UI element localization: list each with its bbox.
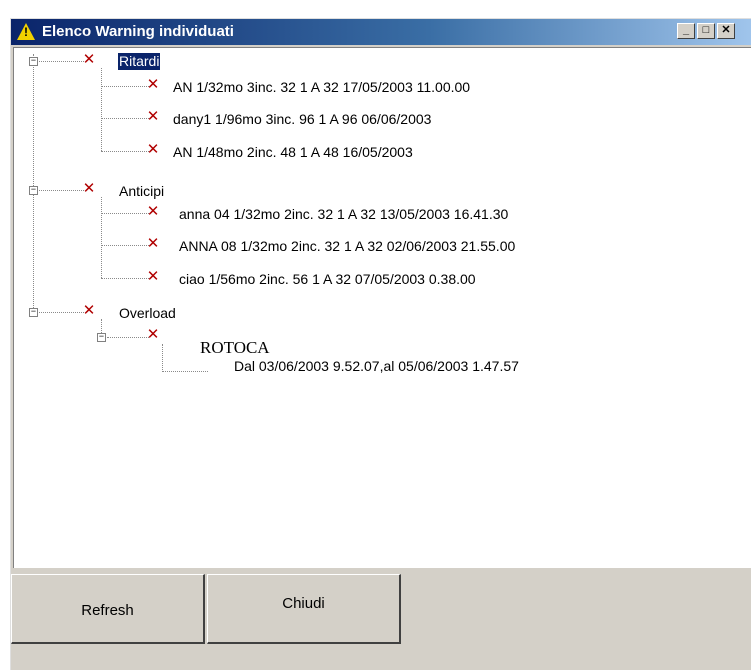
error-icon: ✕	[82, 301, 96, 319]
title-bar[interactable]: ! Elenco Warning individuati _ □ ✕	[11, 19, 751, 45]
tree-connector	[101, 118, 149, 119]
refresh-button[interactable]: Refresh	[11, 574, 205, 644]
tree-item[interactable]: ANNA 08 1/32mo 2inc. 32 1 A 32 02/06/200…	[179, 238, 515, 255]
tree-item[interactable]: AN 1/48mo 2inc. 48 1 A 48 16/05/2003	[173, 144, 413, 161]
error-icon: ✕	[82, 179, 96, 197]
tree-connector	[101, 213, 149, 214]
maximize-button[interactable]: □	[697, 23, 715, 39]
tree-connector	[101, 151, 149, 152]
warnings-tree[interactable]: − ✕ Ritardi ✕ AN 1/32mo 3inc. 32 1 A 32 …	[13, 47, 751, 568]
error-icon: ✕	[146, 140, 160, 158]
tree-connector	[162, 344, 163, 372]
tree-item[interactable]: dany1 1/96mo 3inc. 96 1 A 96 06/06/2003	[173, 111, 431, 128]
error-icon: ✕	[82, 50, 96, 68]
warning-list-window: ! Elenco Warning individuati _ □ ✕ − ✕ R…	[10, 18, 751, 670]
expander-rotoca[interactable]: −	[97, 333, 106, 342]
expander-anticipi[interactable]: −	[29, 186, 38, 195]
window-title: Elenco Warning individuati	[42, 23, 234, 40]
error-icon: ✕	[146, 202, 160, 220]
error-icon: ✕	[146, 325, 160, 343]
tree-item[interactable]: AN 1/32mo 3inc. 32 1 A 32 17/05/2003 11.…	[173, 79, 470, 96]
minimize-button[interactable]: _	[677, 23, 695, 39]
expander-overload[interactable]: −	[29, 308, 38, 317]
tree-connector	[101, 197, 102, 278]
close-window-button[interactable]: ✕	[717, 23, 735, 39]
tree-item[interactable]: ciao 1/56mo 2inc. 56 1 A 32 07/05/2003 0…	[179, 271, 476, 288]
chiudi-button[interactable]: Chiudi	[207, 574, 401, 644]
error-icon: ✕	[146, 267, 160, 285]
error-icon: ✕	[146, 234, 160, 252]
tree-node-ritardi[interactable]: Ritardi	[116, 52, 162, 71]
tree-node-overload[interactable]: Overload	[119, 305, 176, 322]
tree-connector	[107, 337, 149, 338]
tree-node-anticipi[interactable]: Anticipi	[119, 183, 164, 200]
tree-connector	[39, 312, 84, 313]
tree-item[interactable]: anna 04 1/32mo 2inc. 32 1 A 32 13/05/200…	[179, 206, 508, 223]
tree-connector	[101, 245, 149, 246]
tree-connector	[39, 61, 84, 62]
error-icon: ✕	[146, 75, 160, 93]
tree-item-detail[interactable]: Dal 03/06/2003 9.52.07,al 05/06/2003 1.4…	[234, 358, 519, 375]
tree-connector	[162, 371, 208, 372]
tree-connector	[101, 278, 149, 279]
tree-connector	[33, 54, 34, 312]
warning-icon-mark: !	[24, 25, 28, 39]
tree-connector	[101, 86, 149, 87]
error-icon: ✕	[146, 107, 160, 125]
tree-connector	[101, 68, 102, 151]
expander-ritardi[interactable]: −	[29, 57, 38, 66]
tree-node-rotoca[interactable]: ROTOCA	[200, 339, 270, 356]
tree-connector	[39, 190, 84, 191]
